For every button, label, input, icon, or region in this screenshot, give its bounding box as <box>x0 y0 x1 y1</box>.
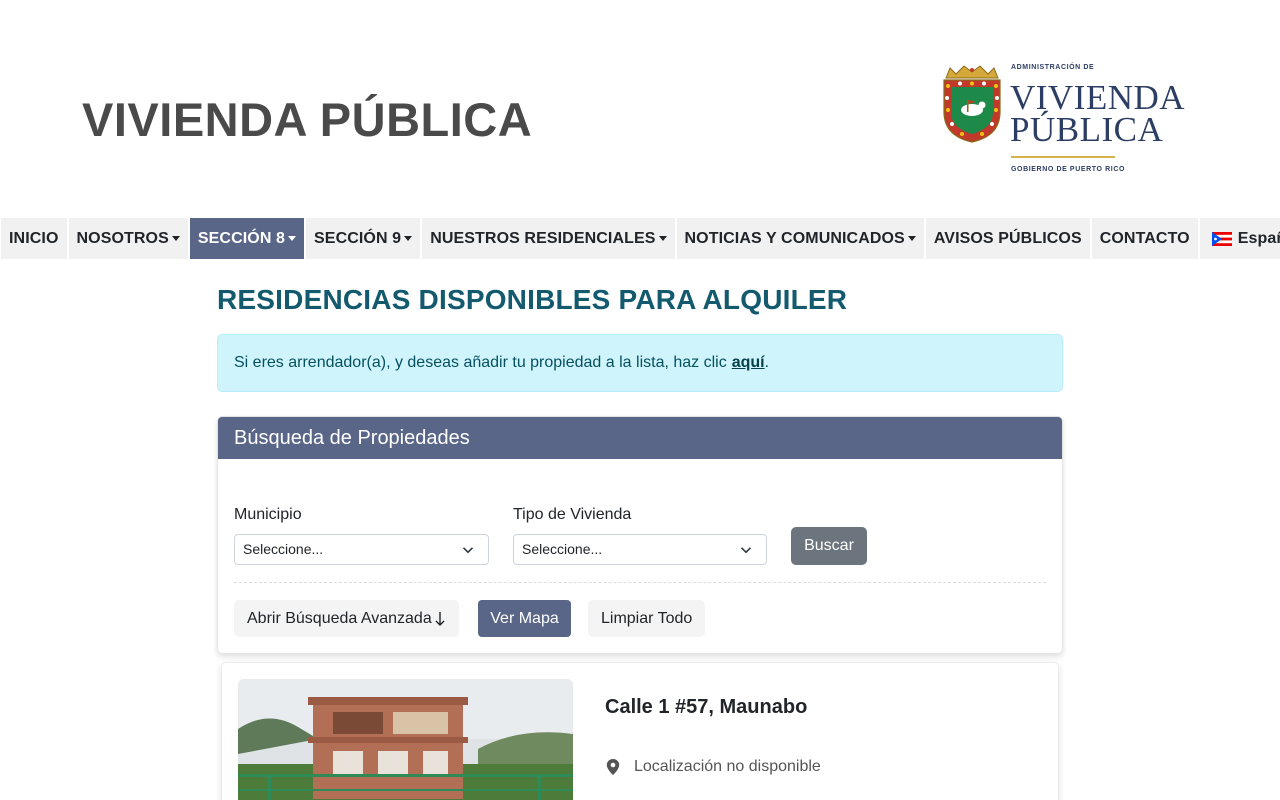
logo-bottom-text: GOBIERNO DE PUERTO RICO <box>1011 166 1126 173</box>
logo-divider <box>1011 156 1115 158</box>
search-divider <box>234 582 1046 583</box>
advanced-search-label: Abrir Búsqueda Avanzada <box>247 609 432 627</box>
puerto-rico-flag-icon <box>1211 231 1232 246</box>
municipio-select[interactable]: Seleccione... <box>234 534 489 565</box>
advanced-search-button[interactable]: Abrir Búsqueda Avanzada <box>234 600 459 637</box>
chevron-down-icon <box>740 547 752 554</box>
arrow-down-icon <box>435 611 445 626</box>
site-header: VIVIENDA PÚBLICA ADMINISTRACIÓN DE VIVIE… <box>0 0 1280 218</box>
nav-item-nuestros-residenciales[interactable]: NUESTROS RESIDENCIALES <box>422 218 675 259</box>
logo-line2: PÚBLICA <box>1010 110 1164 149</box>
municipio-label: Municipio <box>234 506 302 523</box>
nav-label: SECCIÓN 9 <box>314 229 402 247</box>
caret-down-icon <box>288 236 297 241</box>
search-card-header: Búsqueda de Propiedades <box>218 417 1062 459</box>
tipo-vivienda-select[interactable]: Seleccione... <box>513 534 767 565</box>
site-title[interactable]: VIVIENDA PÚBLICA <box>82 92 532 147</box>
nav-label: NOSOTROS <box>76 229 169 247</box>
nav-item-avisos-publicos[interactable]: AVISOS PÚBLICOS <box>925 218 1090 259</box>
tipo-vivienda-select-value: Seleccione... <box>522 541 603 557</box>
ver-mapa-button[interactable]: Ver Mapa <box>478 600 571 637</box>
caret-down-icon <box>171 236 180 241</box>
nav-item-contacto[interactable]: CONTACTO <box>1091 218 1198 259</box>
nav-label: AVISOS PÚBLICOS <box>933 229 1082 247</box>
map-pin-icon <box>606 759 620 775</box>
property-location: Localización no disponible <box>605 758 821 776</box>
buscar-button[interactable]: Buscar <box>791 527 867 565</box>
search-card: Búsqueda de Propiedades Municipio Selecc… <box>217 416 1063 654</box>
alert-suffix: . <box>764 354 770 371</box>
coat-of-arms-icon <box>943 65 1001 143</box>
nav-label: INICIO <box>9 229 59 247</box>
municipio-select-value: Seleccione... <box>243 541 324 557</box>
nav-item-nosotros[interactable]: NOSOTROS <box>68 218 188 259</box>
language-selector[interactable]: Españ <box>1199 218 1280 259</box>
logo-top-text: ADMINISTRACIÓN DE <box>1011 64 1095 71</box>
main-nav: INICIO NOSOTROS SECCIÓN 8 SECCIÓN 9 NUES… <box>0 218 1280 260</box>
caret-down-icon <box>404 236 413 241</box>
landlord-alert: Si eres arrendador(a), y deseas añadir t… <box>217 334 1063 392</box>
alert-text: Si eres arrendador(a), y deseas añadir t… <box>234 354 727 371</box>
property-location-text: Localización no disponible <box>634 758 821 775</box>
nav-item-seccion-9[interactable]: SECCIÓN 9 <box>306 218 421 259</box>
page-title: RESIDENCIAS DISPONIBLES PARA ALQUILER <box>217 284 848 315</box>
nav-label: NOTICIAS Y COMUNICADOS <box>684 229 905 247</box>
tipo-vivienda-label: Tipo de Vivienda <box>513 506 632 523</box>
caret-down-icon <box>658 236 667 241</box>
nav-label: SECCIÓN 8 <box>197 229 286 247</box>
caret-down-icon <box>907 236 916 241</box>
nav-item-inicio[interactable]: INICIO <box>1 218 67 259</box>
property-photo[interactable] <box>238 679 573 800</box>
chevron-down-icon <box>462 547 474 554</box>
language-label: Españ <box>1237 229 1280 247</box>
property-title[interactable]: Calle 1 #57, Maunabo <box>605 696 807 719</box>
add-property-link[interactable]: aquí <box>732 354 765 371</box>
nav-item-seccion-8[interactable]: SECCIÓN 8 <box>189 218 305 259</box>
nav-item-noticias[interactable]: NOTICIAS Y COMUNICADOS <box>676 218 924 259</box>
nav-label: CONTACTO <box>1099 229 1190 247</box>
limpiar-todo-button[interactable]: Limpiar Todo <box>588 600 706 637</box>
property-card[interactable]: Calle 1 #57, Maunabo Localización no dis… <box>221 662 1059 800</box>
nav-label: NUESTROS RESIDENCIALES <box>430 229 656 247</box>
agency-logo[interactable]: ADMINISTRACIÓN DE VIVIENDA PÚBLICA GOBIE… <box>940 62 1190 178</box>
